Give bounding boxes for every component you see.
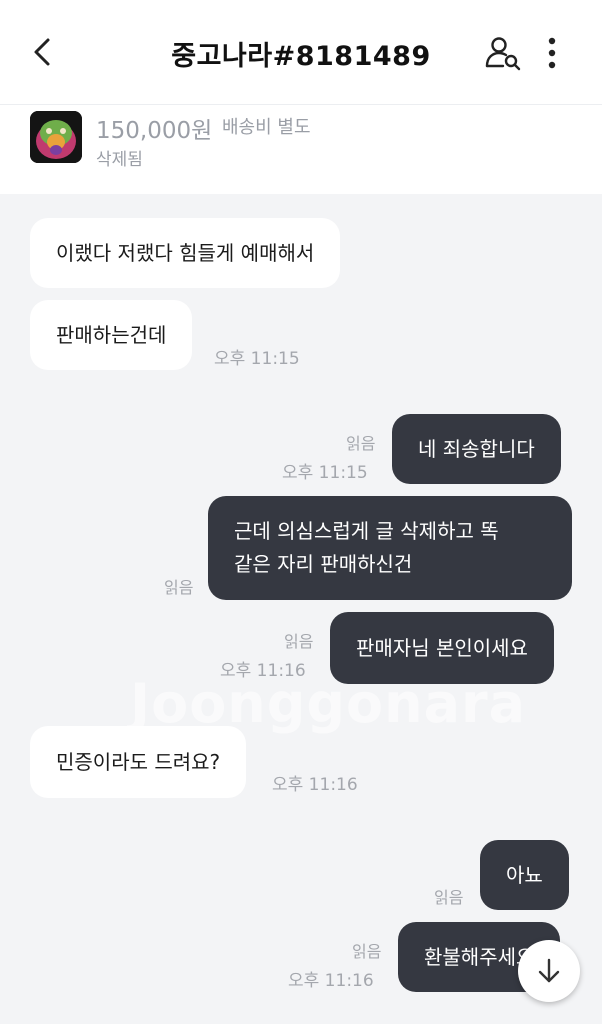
message-outgoing: 아뇨 <box>480 840 569 910</box>
message-text-line: 같은 자리 판매하신건 <box>234 552 413 576</box>
message-text: 아뇨 <box>506 862 543 887</box>
chat-messages: Joonggonara 이랬다 저랬다 힘들게 예매해서 판매하는건데 오후 1… <box>0 194 602 1024</box>
user-search-icon <box>485 37 521 71</box>
message-text: 이랬다 저랬다 힘들게 예매해서 <box>56 240 315 265</box>
message-text: 판매하는건데 <box>56 322 167 347</box>
product-info[interactable]: 150,000원 배송비 별도 삭제됨 <box>0 104 602 194</box>
product-status: 삭제됨 <box>96 150 143 170</box>
message-outgoing: 판매자님 본인이세요 <box>330 612 554 684</box>
more-vertical-icon <box>548 37 556 69</box>
message-time: 오후 11:16 <box>220 661 306 681</box>
read-receipt: 읽음 <box>284 632 314 651</box>
product-thumbnail <box>30 111 82 163</box>
message-incoming: 민증이라도 드려요? <box>30 726 247 798</box>
read-receipt: 읽음 <box>346 434 376 453</box>
message-text-line: 근데 의심스럽게 글 삭제하고 똑 <box>234 519 499 543</box>
read-receipt: 읽음 <box>352 942 382 961</box>
message-incoming: 이랬다 저랬다 힘들게 예매해서 <box>30 218 341 288</box>
message-time: 오후 11:15 <box>214 349 300 369</box>
message-time: 오후 11:16 <box>272 775 358 795</box>
message-text: 민증이라도 드려요? <box>56 749 221 774</box>
message-time: 오후 11:16 <box>288 971 374 991</box>
message-outgoing: 네 죄송합니다 <box>392 414 561 484</box>
message-incoming: 판매하는건데 <box>30 300 193 370</box>
profile-search-button[interactable] <box>484 34 522 72</box>
message-outgoing: 근데 의심스럽게 글 삭제하고 똑 같은 자리 판매하신건 <box>208 496 572 600</box>
shipping-info: 배송비 별도 <box>222 117 311 138</box>
read-receipt: 읽음 <box>164 578 194 597</box>
message-text: 판매자님 본인이세요 <box>356 635 528 660</box>
arrow-down-icon <box>538 958 560 983</box>
product-image-icon <box>30 111 82 163</box>
message-text: 네 죄송합니다 <box>418 436 535 461</box>
read-receipt: 읽음 <box>434 888 464 907</box>
chat-header: 중고나라#8181489 <box>0 0 602 104</box>
message-time: 오후 11:15 <box>282 463 368 483</box>
product-price: 150,000원 <box>96 118 213 144</box>
scroll-to-bottom-button[interactable] <box>518 940 580 1002</box>
more-options-button[interactable] <box>540 34 564 72</box>
